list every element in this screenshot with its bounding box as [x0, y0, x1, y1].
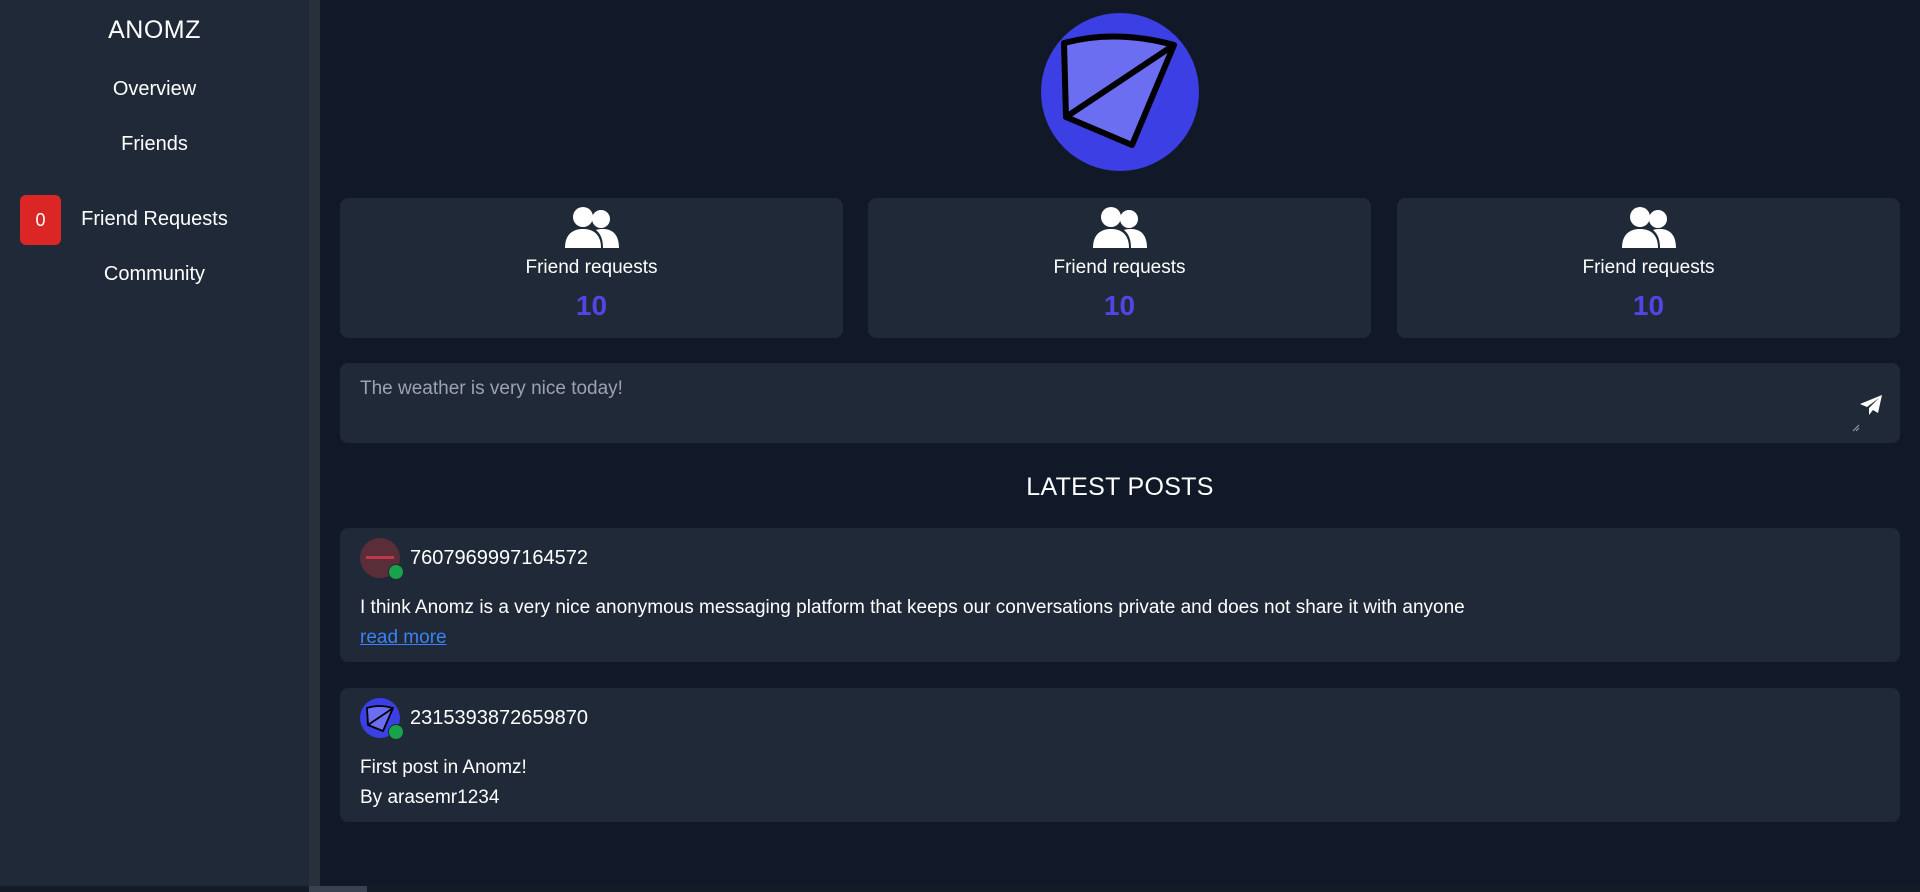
stat-label: Friend requests: [1053, 257, 1186, 278]
users-icon: [1621, 207, 1676, 248]
horizontal-scrollbar[interactable]: [0, 886, 1920, 892]
post-composer: [340, 363, 1900, 443]
online-status-indicator: [388, 564, 404, 580]
post-body: First post in Anomz!: [360, 757, 527, 778]
stat-card-friend-requests: Friend requests 10: [868, 198, 1371, 338]
send-button[interactable]: [1859, 394, 1883, 416]
post-card: 2315393872659870 First post in Anomz! By…: [340, 688, 1900, 822]
anomz-logo: [1041, 13, 1199, 171]
resize-grip-icon[interactable]: [1852, 424, 1860, 432]
stat-value: 10: [1632, 290, 1665, 321]
sidebar-scrollbar[interactable]: [309, 0, 320, 892]
horizontal-scrollbar-thumb[interactable]: [309, 886, 367, 892]
sidebar-item-friends[interactable]: Friends: [0, 133, 309, 156]
post-body: I think Anomz is a very nice anonymous m…: [360, 597, 1465, 618]
users-icon: [1092, 207, 1147, 248]
stat-value: 10: [1103, 290, 1136, 321]
stat-value: 10: [575, 290, 608, 321]
post-input[interactable]: [340, 363, 1850, 439]
post-card: 7607969997164572 I think Anomz is a very…: [340, 528, 1900, 662]
sidebar: ANOMZ Overview Friends 0 Friend Requests…: [0, 0, 309, 892]
brand-title: ANOMZ: [108, 16, 201, 44]
stat-card-friend-requests: Friend requests 10: [1397, 198, 1900, 338]
post-byline: By arasemr1234: [360, 787, 500, 808]
main-content: Friend requests 10 Friend requests 10 Fr…: [340, 0, 1900, 892]
sidebar-item-friend-requests[interactable]: 0 Friend Requests: [0, 195, 309, 245]
sidebar-item-label: Friend Requests: [81, 208, 228, 230]
read-more-link[interactable]: read more: [360, 627, 447, 649]
users-icon: [564, 207, 619, 248]
stat-label: Friend requests: [1582, 257, 1715, 278]
sidebar-item-community[interactable]: Community: [0, 263, 309, 286]
post-author: 7607969997164572: [410, 547, 588, 569]
sidebar-item-overview[interactable]: Overview: [0, 78, 309, 101]
latest-posts-heading: LATEST POSTS: [1026, 473, 1214, 501]
stat-label: Friend requests: [525, 257, 658, 278]
online-status-indicator: [388, 724, 404, 740]
post-author: 2315393872659870: [410, 707, 588, 729]
stat-card-friend-requests: Friend requests 10: [340, 198, 843, 338]
